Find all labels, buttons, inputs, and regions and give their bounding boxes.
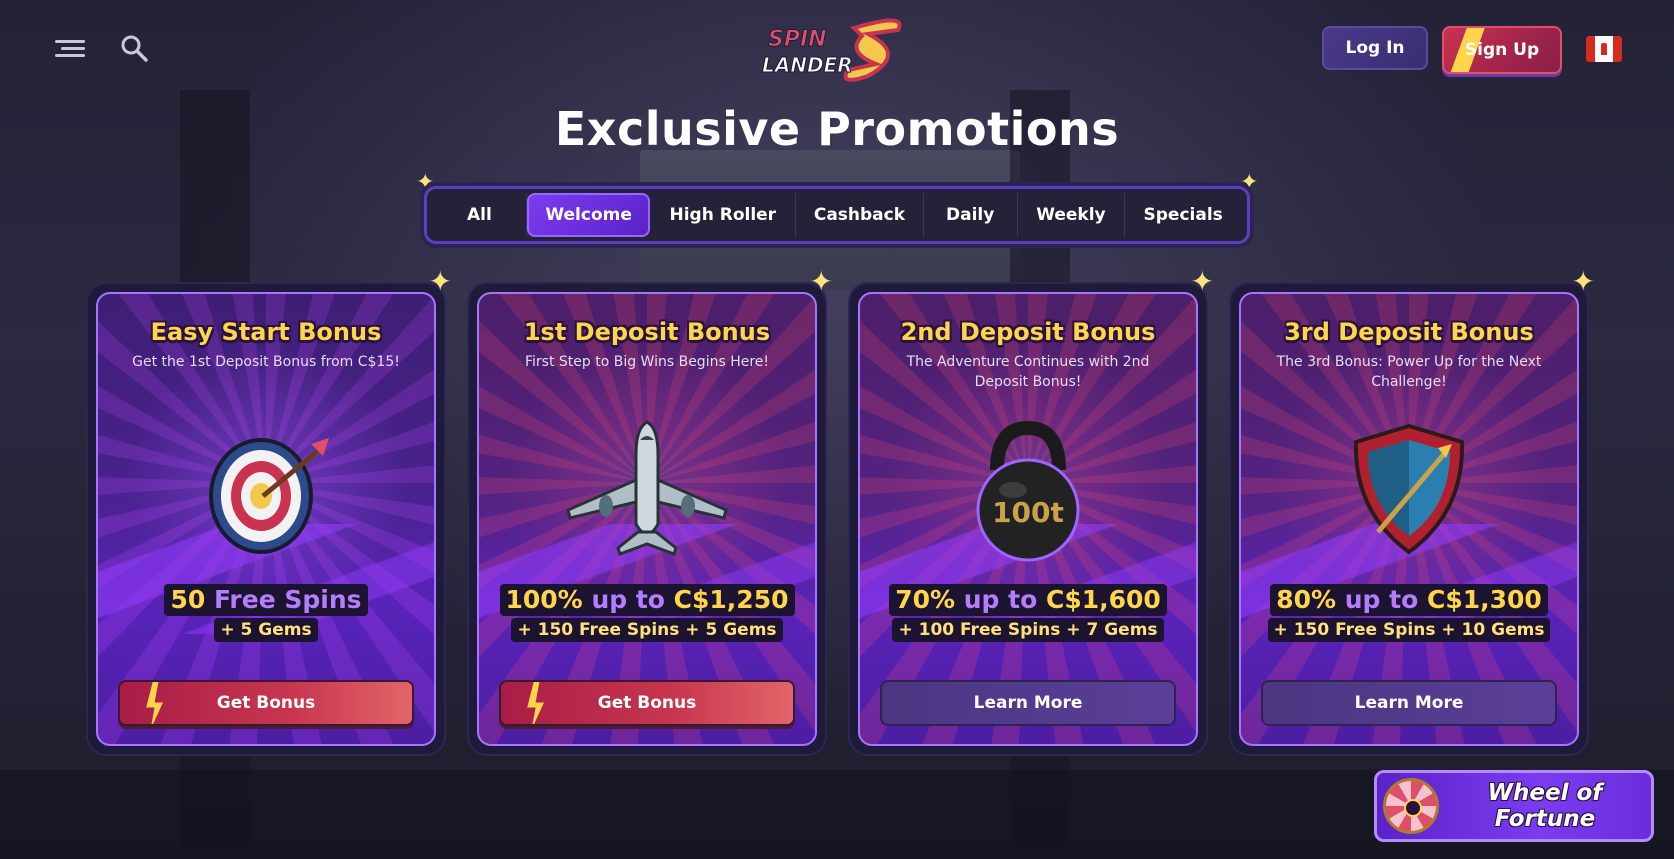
sparkle-icon: ✦: [1190, 265, 1214, 298]
learn-more-button[interactable]: Learn More: [880, 680, 1176, 726]
page-title: Exclusive Promotions: [554, 102, 1120, 156]
offer-extra: + 150 Free Spins + 5 Gems: [511, 618, 783, 642]
offer-amount: C$1,600: [1045, 585, 1161, 614]
button-label: Get Bonus: [216, 693, 316, 713]
menu-icon[interactable]: [52, 30, 88, 66]
site-logo[interactable]: SPIN LANDER: [758, 14, 918, 86]
card-subtitle: Get the 1st Deposit Bonus from C$15!: [132, 354, 400, 370]
login-button[interactable]: Log In: [1322, 26, 1428, 70]
canada-flag-icon[interactable]: [1586, 36, 1622, 62]
get-bonus-button[interactable]: Get Bonus: [118, 680, 414, 726]
tab-all[interactable]: All: [433, 193, 527, 237]
tab-high-roller[interactable]: High Roller: [650, 193, 797, 237]
offer-extra: + 100 Free Spins + 7 Gems: [892, 618, 1164, 642]
promo-card: ✦ 1st Deposit Bonus First Step to Big Wi…: [469, 268, 833, 754]
tab-specials[interactable]: Specials: [1125, 193, 1241, 237]
offer-up-to: up to: [591, 585, 674, 614]
card-offer: 70% up to C$1,600 + 100 Free Spins + 7 G…: [860, 584, 1196, 642]
get-bonus-button[interactable]: Get Bonus: [499, 680, 795, 726]
offer-percent: 80%: [1276, 585, 1345, 614]
card-offer: 80% up to C$1,300 + 150 Free Spins + 10 …: [1241, 584, 1577, 642]
sparkle-icon: ✦: [428, 265, 452, 298]
tab-welcome[interactable]: Welcome: [526, 193, 651, 237]
signup-button[interactable]: Sign Up: [1442, 26, 1562, 74]
offer-up-to: up to: [1344, 585, 1427, 614]
wheel-of-fortune-label: Wheel of Fortune: [1487, 780, 1603, 832]
learn-more-button[interactable]: Learn More: [1261, 680, 1557, 726]
card-offer: 100% up to C$1,250 + 150 Free Spins + 5 …: [479, 584, 815, 642]
tab-cashback[interactable]: Cashback: [796, 193, 924, 237]
card-subtitle: The 3rd Bonus: Power Up for the Next Cha…: [1276, 354, 1542, 390]
target-icon: [191, 414, 341, 564]
card-title: 3rd Deposit Bonus: [1284, 318, 1534, 346]
card-title: Easy Start Bonus: [150, 318, 382, 346]
button-label: Learn More: [973, 693, 1083, 713]
tab-weekly[interactable]: Weekly: [1018, 193, 1126, 237]
promo-card: ✦ Easy Start Bonus Get the 1st Deposit B…: [88, 268, 452, 754]
promo-card: ✦ 3rd Deposit Bonus The 3rd Bonus: Power…: [1231, 268, 1595, 754]
fortune-wheel-icon: [1383, 778, 1439, 834]
button-label: Get Bonus: [597, 693, 697, 713]
card-title: 1st Deposit Bonus: [523, 318, 771, 346]
kettlebell-label: 100t: [992, 496, 1064, 529]
search-icon[interactable]: [116, 30, 152, 66]
sparkle-icon: ✦: [809, 265, 833, 298]
promotion-tabs: All Welcome High Roller Cashback Daily W…: [424, 186, 1250, 244]
card-offer: 50 Free Spins + 5 Gems: [98, 584, 434, 642]
button-label: Learn More: [1354, 693, 1464, 713]
offer-highlight: Free Spins: [213, 585, 362, 614]
sparkle-icon: ✦: [1571, 265, 1595, 298]
logo-text-bottom: LANDER: [762, 53, 853, 77]
wheel-of-fortune-button[interactable]: Wheel of Fortune: [1374, 770, 1654, 842]
offer-amount: 50: [170, 585, 214, 614]
shield-icon: [1334, 414, 1484, 564]
offer-percent: 70%: [895, 585, 964, 614]
offer-extra: + 150 Free Spins + 10 Gems: [1267, 618, 1551, 642]
airplane-icon: [566, 414, 728, 564]
card-subtitle: First Step to Big Wins Begins Here!: [524, 354, 770, 370]
offer-up-to: up to: [963, 585, 1046, 614]
kettlebell-icon: 100t: [953, 414, 1103, 564]
offer-amount: C$1,300: [1426, 585, 1542, 614]
offer-extra: + 5 Gems: [214, 618, 318, 642]
promo-card: ✦ 2nd Deposit Bonus The Adventure Contin…: [850, 268, 1214, 754]
offer-percent: 100%: [505, 585, 592, 614]
card-subtitle: The Adventure Continues with 2nd Deposit…: [906, 354, 1150, 390]
logo-text-top: SPIN: [768, 27, 827, 52]
tab-daily[interactable]: Daily: [924, 193, 1018, 237]
card-title: 2nd Deposit Bonus: [900, 318, 1156, 346]
offer-amount: C$1,250: [673, 585, 789, 614]
signup-label: Sign Up: [1464, 40, 1540, 60]
